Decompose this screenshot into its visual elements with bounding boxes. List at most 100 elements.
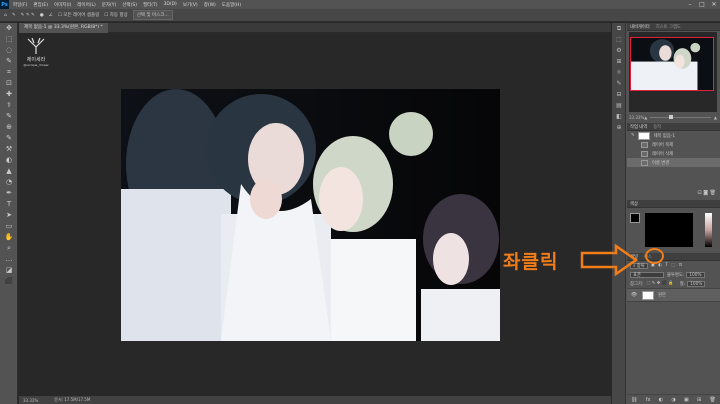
- fx-icon[interactable]: fx: [646, 397, 651, 403]
- tool-icon[interactable]: ✥: [0, 23, 18, 34]
- menu-3d[interactable]: 3D(D): [164, 2, 177, 7]
- adjustment-icon[interactable]: ◑: [671, 397, 675, 403]
- mask-icon[interactable]: ◐: [659, 397, 663, 403]
- menu-image[interactable]: 이미지(I): [54, 2, 71, 8]
- tool-icon[interactable]: ◔: [0, 177, 18, 188]
- panel-toggle-icon[interactable]: ▤: [612, 100, 626, 111]
- tool-icon[interactable]: ⬛: [0, 276, 18, 287]
- panel-toggle-icon[interactable]: ⚙: [612, 45, 626, 56]
- photoshop-logo[interactable]: Ps: [0, 0, 9, 9]
- color-field[interactable]: [645, 213, 693, 247]
- tab-history[interactable]: 작업 내역: [630, 124, 647, 130]
- menu-select[interactable]: 선택(S): [122, 2, 137, 8]
- snapshot-label: 제목 없음-1: [653, 133, 676, 139]
- angle-icon[interactable]: ∠: [49, 13, 53, 18]
- foreground-swatch[interactable]: [630, 213, 640, 223]
- tool-icon[interactable]: ◪: [0, 265, 18, 276]
- tool-icon[interactable]: ⌕: [0, 243, 18, 254]
- history-item-selected[interactable]: 이름 변경: [627, 158, 720, 167]
- maximize-button[interactable]: □: [696, 0, 708, 9]
- panel-toggle-icon[interactable]: ⬚: [612, 34, 626, 45]
- layer-filter-row: ⌕ 종류 ▣ ◐ T ⬚ ⊡: [627, 261, 720, 270]
- lock-icons[interactable]: ⬚ ✎ ✥ ⬛ 🔒: [646, 281, 673, 286]
- tab-actions[interactable]: 동작: [653, 124, 661, 130]
- window-controls: – □ ✕: [684, 0, 720, 9]
- close-button[interactable]: ✕: [708, 0, 720, 9]
- brush-mode-icon[interactable]: ✎ ✎ ✎: [21, 13, 35, 18]
- layer-row[interactable]: 👁 원본: [627, 288, 720, 302]
- panel-toggle-icon[interactable]: ⊞: [612, 56, 626, 67]
- eye-icon[interactable]: 👁: [630, 292, 638, 298]
- tab-histogram[interactable]: 히스토 그램도: [656, 24, 681, 30]
- document-tab[interactable]: 제목 없음-1 @ 33.3%(원본, RGB/8*) *: [19, 23, 108, 33]
- camera-icon[interactable]: ◙: [703, 190, 708, 196]
- opacity-label: 불투명도:: [667, 272, 685, 278]
- history-item[interactable]: 레이어 복제: [627, 140, 720, 149]
- select-and-mask-button[interactable]: 선택 및 마스크...: [132, 10, 173, 20]
- sample-all-layers-checkbox[interactable]: ☐ 모든 레이어 샘플링: [58, 12, 99, 18]
- history-item[interactable]: 레이어 삭제: [627, 149, 720, 158]
- tool-icon[interactable]: ✋: [0, 232, 18, 243]
- zoom-out-icon[interactable]: ▲: [644, 115, 647, 120]
- zoom-in-icon[interactable]: ▲: [714, 115, 717, 120]
- tool-icon[interactable]: ◌: [0, 45, 18, 56]
- panel-toggle-icon[interactable]: ⊟: [612, 89, 626, 100]
- group-icon[interactable]: ▣: [684, 397, 689, 403]
- tool-icon[interactable]: ➤: [0, 210, 18, 221]
- tool-icon[interactable]: ✎: [0, 133, 18, 144]
- tool-icon[interactable]: …: [0, 254, 18, 265]
- tab-color[interactable]: 색상: [630, 201, 638, 207]
- tool-icon[interactable]: ▭: [0, 221, 18, 232]
- quick-selection-icon[interactable]: ✎: [12, 13, 16, 18]
- tab-navigator[interactable]: 내비게이터: [630, 24, 650, 30]
- options-bar: ⌂ ✎ ✎ ✎ ✎ ● ∠ ☐ 모든 레이어 샘플링 ☐ 자동 향상 선택 및 …: [0, 9, 720, 22]
- tool-icon[interactable]: ✎: [0, 111, 18, 122]
- panel-toggle-icon[interactable]: ⚛: [612, 67, 626, 78]
- tool-icon[interactable]: ⚒: [0, 144, 18, 155]
- menu-layer[interactable]: 레이어(L): [77, 2, 95, 8]
- minimize-button[interactable]: –: [684, 0, 696, 9]
- menu-help[interactable]: 도움말(H): [222, 2, 241, 8]
- zoom-slider[interactable]: [650, 114, 711, 119]
- tool-icon[interactable]: ⊡: [0, 78, 18, 89]
- fill-field[interactable]: 100%: [687, 280, 706, 287]
- document-tab-bar: 제목 없음-1 @ 33.3%(원본, RGB/8*) *: [19, 23, 611, 33]
- watermark-logo: 제이세라 @sorique_rimeer: [22, 37, 50, 77]
- tool-icon[interactable]: ▲: [0, 166, 18, 177]
- panel-toggle-icon[interactable]: ◧: [612, 111, 626, 122]
- history-item-label: 레이어 복제: [652, 142, 674, 148]
- color-slider[interactable]: [705, 213, 712, 247]
- zoom-level[interactable]: 33.33%: [23, 398, 38, 403]
- tool-icon[interactable]: T: [0, 199, 18, 210]
- history-snapshot[interactable]: ✎ 제목 없음-1: [627, 131, 720, 140]
- tool-icon[interactable]: ◐: [0, 155, 18, 166]
- menu-edit[interactable]: 편집(E): [33, 2, 48, 8]
- tool-icon[interactable]: ⌗: [0, 67, 18, 78]
- opacity-field[interactable]: 100%: [686, 271, 705, 278]
- menu-view[interactable]: 보기(V): [183, 2, 198, 8]
- panel-toggle-icon[interactable]: ⧉: [612, 23, 626, 34]
- new-document-icon[interactable]: ⊡: [697, 190, 701, 196]
- home-icon[interactable]: ⌂: [4, 13, 7, 18]
- menu-type[interactable]: 문자(Y): [102, 2, 117, 8]
- menu-filter[interactable]: 필터(T): [143, 2, 158, 8]
- tool-icon[interactable]: ⬚: [0, 34, 18, 45]
- navigator-zoom[interactable]: 33.33%: [629, 115, 644, 120]
- new-layer-icon[interactable]: ⊞: [697, 397, 701, 403]
- auto-enhance-checkbox[interactable]: ☐ 자동 향상: [104, 12, 127, 18]
- trash-icon[interactable]: 🗑: [710, 190, 716, 196]
- tool-icon[interactable]: ✚: [0, 89, 18, 100]
- tool-icon[interactable]: ✒: [0, 188, 18, 199]
- panel-toggle-icon[interactable]: ✎: [612, 78, 626, 89]
- panel-toggle-icon[interactable]: ⊕: [612, 122, 626, 133]
- delete-layer-icon[interactable]: 🗑: [710, 397, 716, 403]
- brush-size-icon[interactable]: ●: [40, 13, 44, 18]
- link-icon[interactable]: ⛓: [631, 397, 637, 403]
- tool-icon[interactable]: ⚕: [0, 100, 18, 111]
- tool-icon[interactable]: ⊕: [0, 122, 18, 133]
- navigator-view-box[interactable]: [630, 37, 714, 91]
- menu-window[interactable]: 창(W): [204, 2, 216, 8]
- layers-actions: ⛓ fx ◐ ◑ ▣ ⊞ 🗑: [627, 394, 720, 404]
- menu-file[interactable]: 파일(F): [13, 2, 27, 8]
- tool-icon[interactable]: ✎: [0, 56, 18, 67]
